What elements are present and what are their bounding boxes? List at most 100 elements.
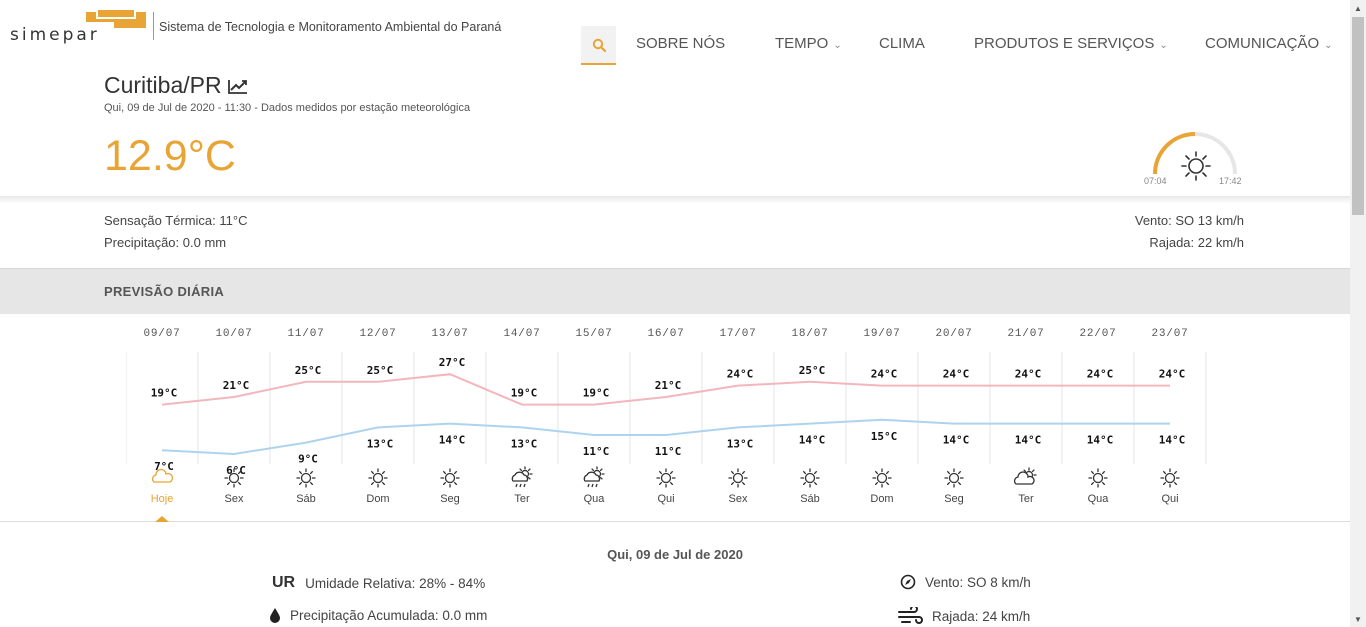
forecast-day-label: Ter	[1018, 493, 1034, 505]
max-temp-label: 25°C	[799, 364, 826, 377]
current-temperature: 12.9°C	[104, 132, 236, 180]
precipitacao: Precipitação: 0.0 mm	[104, 235, 227, 250]
scroll-down-arrow-icon[interactable]: ▼	[1350, 611, 1366, 627]
chevron-down-icon: ⌄	[1159, 40, 1168, 51]
rajada-atual: Rajada: 22 km/h	[1149, 235, 1244, 250]
max-temp-label: 24°C	[871, 368, 898, 381]
forecast-date: 18/07	[791, 328, 828, 340]
sun-icon	[440, 468, 460, 488]
forecast-date: 22/07	[1079, 328, 1116, 340]
logo-divider	[153, 12, 154, 40]
max-temp-label: 24°C	[943, 368, 970, 381]
vento-text: Vento: SO 8 km/h	[925, 574, 1031, 590]
sun-icon	[800, 468, 820, 488]
sun-icon	[872, 468, 892, 488]
nav-produtos-servicos[interactable]: PRODUTOS E SERVIÇOS ⌄	[974, 35, 1168, 52]
sunset-time: 17:42	[1219, 176, 1242, 186]
min-temp-label: 6°C	[226, 464, 246, 477]
sunrise-time: 07:04	[1144, 176, 1167, 186]
min-temp-label: 11°C	[583, 445, 610, 458]
min-temp-label: 14°C	[943, 434, 970, 447]
forecast-day-label: Sáb	[800, 493, 820, 505]
forecast-day-label: Qua	[584, 493, 606, 505]
sun-cloud-rain-icon	[511, 466, 533, 488]
forecast-day-label: Qui	[1161, 493, 1178, 505]
nav-comunicacao-label: COMUNICAÇÃO	[1205, 35, 1320, 52]
max-temp-label: 19°C	[151, 387, 178, 400]
forecast-day-label: Sáb	[296, 493, 316, 505]
min-temp-label: 13°C	[511, 437, 538, 450]
max-temp-label: 25°C	[295, 364, 322, 377]
forecast-date: 10/07	[215, 328, 252, 340]
simepar-page: simepar Sistema de Tecnologia e Monitora…	[0, 0, 1366, 627]
precip-text: Precipitação Acumulada: 0.0 mm	[290, 607, 488, 623]
forecast-day-label: Qui	[657, 493, 674, 505]
min-temp-label: 11°C	[655, 445, 682, 458]
max-temp-label: 21°C	[223, 379, 250, 392]
forecast-day-label: Sex	[225, 493, 244, 505]
min-temp-label: 14°C	[1087, 434, 1114, 447]
max-temp-label: 24°C	[1015, 368, 1042, 381]
nav-tempo[interactable]: TEMPO ⌄	[775, 35, 842, 52]
forecast-date: 15/07	[575, 328, 612, 340]
forecast-day-label: Seg	[440, 493, 460, 505]
scroll-up-arrow-icon[interactable]: ▲	[1350, 0, 1366, 16]
nav-comunicacao[interactable]: COMUNICAÇÃO ⌄	[1205, 35, 1333, 52]
forecast-divider	[0, 521, 1350, 522]
min-temp-label: 14°C	[799, 434, 826, 447]
simepar-logo[interactable]: simepar	[10, 10, 150, 46]
search-button[interactable]	[581, 26, 616, 65]
section-shadow	[0, 196, 1350, 204]
wind-icon	[898, 607, 923, 624]
forecast-date: 16/07	[647, 328, 684, 340]
umidade-row: UR Umidade Relativa: 28% - 84%	[272, 574, 485, 592]
forecast-day-label: Seg	[944, 493, 964, 505]
search-icon	[592, 38, 606, 52]
sun-icon	[944, 468, 964, 488]
nav-tempo-label: TEMPO	[775, 35, 829, 52]
max-temp-label: 19°C	[511, 387, 538, 400]
compass-icon	[900, 574, 916, 590]
chevron-down-icon: ⌄	[833, 40, 842, 51]
page-scrollbar[interactable]: ▲ ▼	[1350, 0, 1366, 627]
sun-icon	[1160, 468, 1180, 488]
last-updated: Qui, 09 de Jul de 2020 - 11:30 - Dados m…	[104, 102, 471, 114]
trend-chart-icon[interactable]	[227, 78, 248, 94]
detail-date: Qui, 09 de Jul de 2020	[607, 547, 743, 562]
sun-icon	[1181, 151, 1211, 181]
vento-atual: Vento: SO 13 km/h	[1134, 213, 1244, 228]
rajada-row: Rajada: 24 km/h	[898, 607, 1030, 625]
city-title: Curitiba/PR	[104, 72, 248, 99]
drop-icon	[270, 608, 280, 623]
scroll-thumb[interactable]	[1352, 17, 1364, 215]
max-temp-label: 19°C	[583, 387, 610, 400]
previsao-title: PREVISÃO DIÁRIA	[104, 284, 225, 299]
forecast-day-label: Dom	[366, 493, 389, 505]
max-temp-label: 24°C	[1087, 368, 1114, 381]
min-temp-label: 13°C	[727, 437, 754, 450]
max-temp-label: 21°C	[655, 379, 682, 392]
forecast-date: 11/07	[287, 328, 324, 340]
forecast-chart: 09/0719°C7°CHoje10/0721°C6°CSex11/0725°C…	[126, 328, 1207, 505]
min-temp-label: 14°C	[1159, 434, 1186, 447]
sensacao-termica: Sensação Térmica: 11°C	[104, 213, 248, 228]
forecast-date: 12/07	[359, 328, 396, 340]
min-temp-label: 13°C	[367, 437, 394, 450]
forecast-date: 14/07	[503, 328, 540, 340]
umidade-text: Umidade Relativa: 28% - 84%	[305, 575, 486, 591]
forecast-day-label: Sex	[729, 493, 748, 505]
nav-sobre-nos[interactable]: SOBRE NÓS	[636, 35, 725, 52]
sun-icon	[728, 468, 748, 488]
min-temp-label: 9°C	[298, 453, 318, 466]
selected-day-pointer	[155, 516, 169, 522]
forecast-date: 17/07	[719, 328, 756, 340]
ur-icon: UR	[272, 574, 296, 591]
precip-row: Precipitação Acumulada: 0.0 mm	[269, 607, 487, 623]
forecast-day-label: Qua	[1088, 493, 1110, 505]
sun-icon	[1088, 468, 1108, 488]
city-name: Curitiba/PR	[104, 72, 222, 98]
nav-clima[interactable]: CLIMA	[879, 35, 925, 52]
forecast-date: 09/07	[143, 328, 180, 340]
min-temp-label: 14°C	[1015, 434, 1042, 447]
nav-clima-label: CLIMA	[879, 35, 925, 52]
